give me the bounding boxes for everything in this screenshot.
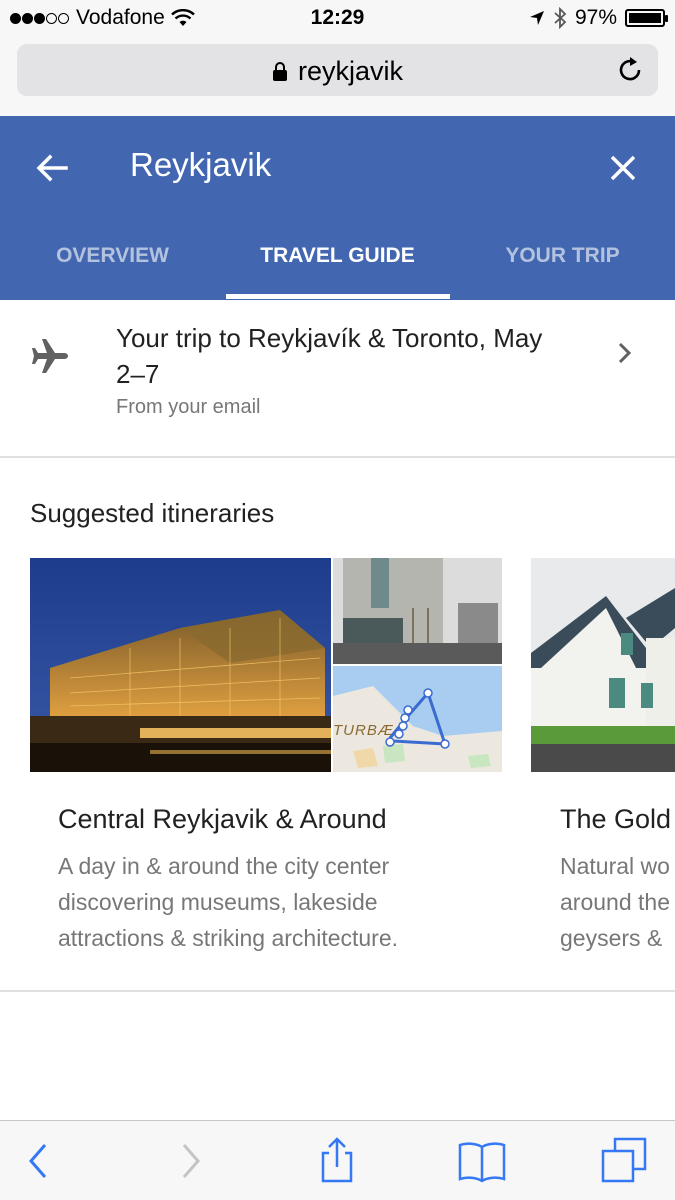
safari-toolbar xyxy=(0,1120,675,1200)
back-arrow-icon[interactable] xyxy=(30,146,74,190)
trip-card[interactable]: Your trip to Reykjavík & Toronto, May 2–… xyxy=(0,300,675,458)
itinerary-title: Central Reykjavik & Around xyxy=(58,804,387,834)
itinerary-description: Natural wo around the geysers & xyxy=(560,853,670,951)
bookmarks-icon[interactable] xyxy=(456,1135,508,1187)
status-right: 97% xyxy=(529,6,668,30)
airplane-icon xyxy=(32,339,68,373)
tab-overview[interactable]: OVERVIEW xyxy=(0,236,225,300)
trip-title: Your trip to Reykjavík & Toronto, May 2–… xyxy=(116,323,543,389)
map-label: TURBÆ xyxy=(333,722,394,739)
itinerary-card[interactable]: The Gold Natural wo around the geysers & xyxy=(531,558,675,951)
lock-icon xyxy=(272,61,287,81)
tab-your-trip[interactable]: YOUR TRIP xyxy=(450,236,675,300)
battery-percent: 97% xyxy=(574,6,617,29)
app-header: Reykjavik OVERVIEW TRAVEL GUIDE YOUR TRI… xyxy=(0,116,675,300)
trip-subtitle: From your email xyxy=(116,396,261,418)
chevron-left-icon[interactable] xyxy=(13,1135,65,1187)
itinerary-title: The Gold xyxy=(560,804,672,834)
status-bar: Vodafone 12:29 97% xyxy=(0,0,675,36)
share-icon[interactable] xyxy=(311,1135,363,1187)
address-text-wrap: reykjavik xyxy=(17,56,658,87)
page-title: Reykjavik xyxy=(130,146,272,183)
building-photo xyxy=(333,558,502,664)
active-tab-indicator xyxy=(226,294,450,299)
divider xyxy=(0,990,675,992)
chevron-right-icon[interactable] xyxy=(164,1135,216,1187)
route-map xyxy=(333,666,502,772)
tabs-icon[interactable] xyxy=(599,1135,651,1187)
reload-icon[interactable] xyxy=(614,54,646,86)
tab-travel-guide[interactable]: TRAVEL GUIDE xyxy=(225,236,450,300)
houses-photo xyxy=(531,558,675,772)
itinerary-description: A day in & around the city center discov… xyxy=(58,853,399,951)
url-text: reykjavik xyxy=(297,56,404,86)
close-icon[interactable] xyxy=(601,146,645,190)
bluetooth-icon xyxy=(554,7,567,29)
section-heading: Suggested itineraries xyxy=(30,498,275,528)
itinerary-images: TURBÆ xyxy=(30,558,502,772)
address-bar[interactable]: reykjavik xyxy=(17,44,658,96)
safari-address-area: reykjavik xyxy=(0,36,675,116)
tab-bar: OVERVIEW TRAVEL GUIDE YOUR TRIP xyxy=(0,236,675,300)
location-arrow-icon xyxy=(529,11,544,25)
itinerary-images xyxy=(531,558,675,772)
itinerary-card[interactable]: TURBÆ Central Reykjavik & Around A day i… xyxy=(30,558,502,951)
battery-icon xyxy=(625,9,668,27)
harpa-photo xyxy=(30,558,331,772)
chevron-right-icon xyxy=(618,342,632,364)
